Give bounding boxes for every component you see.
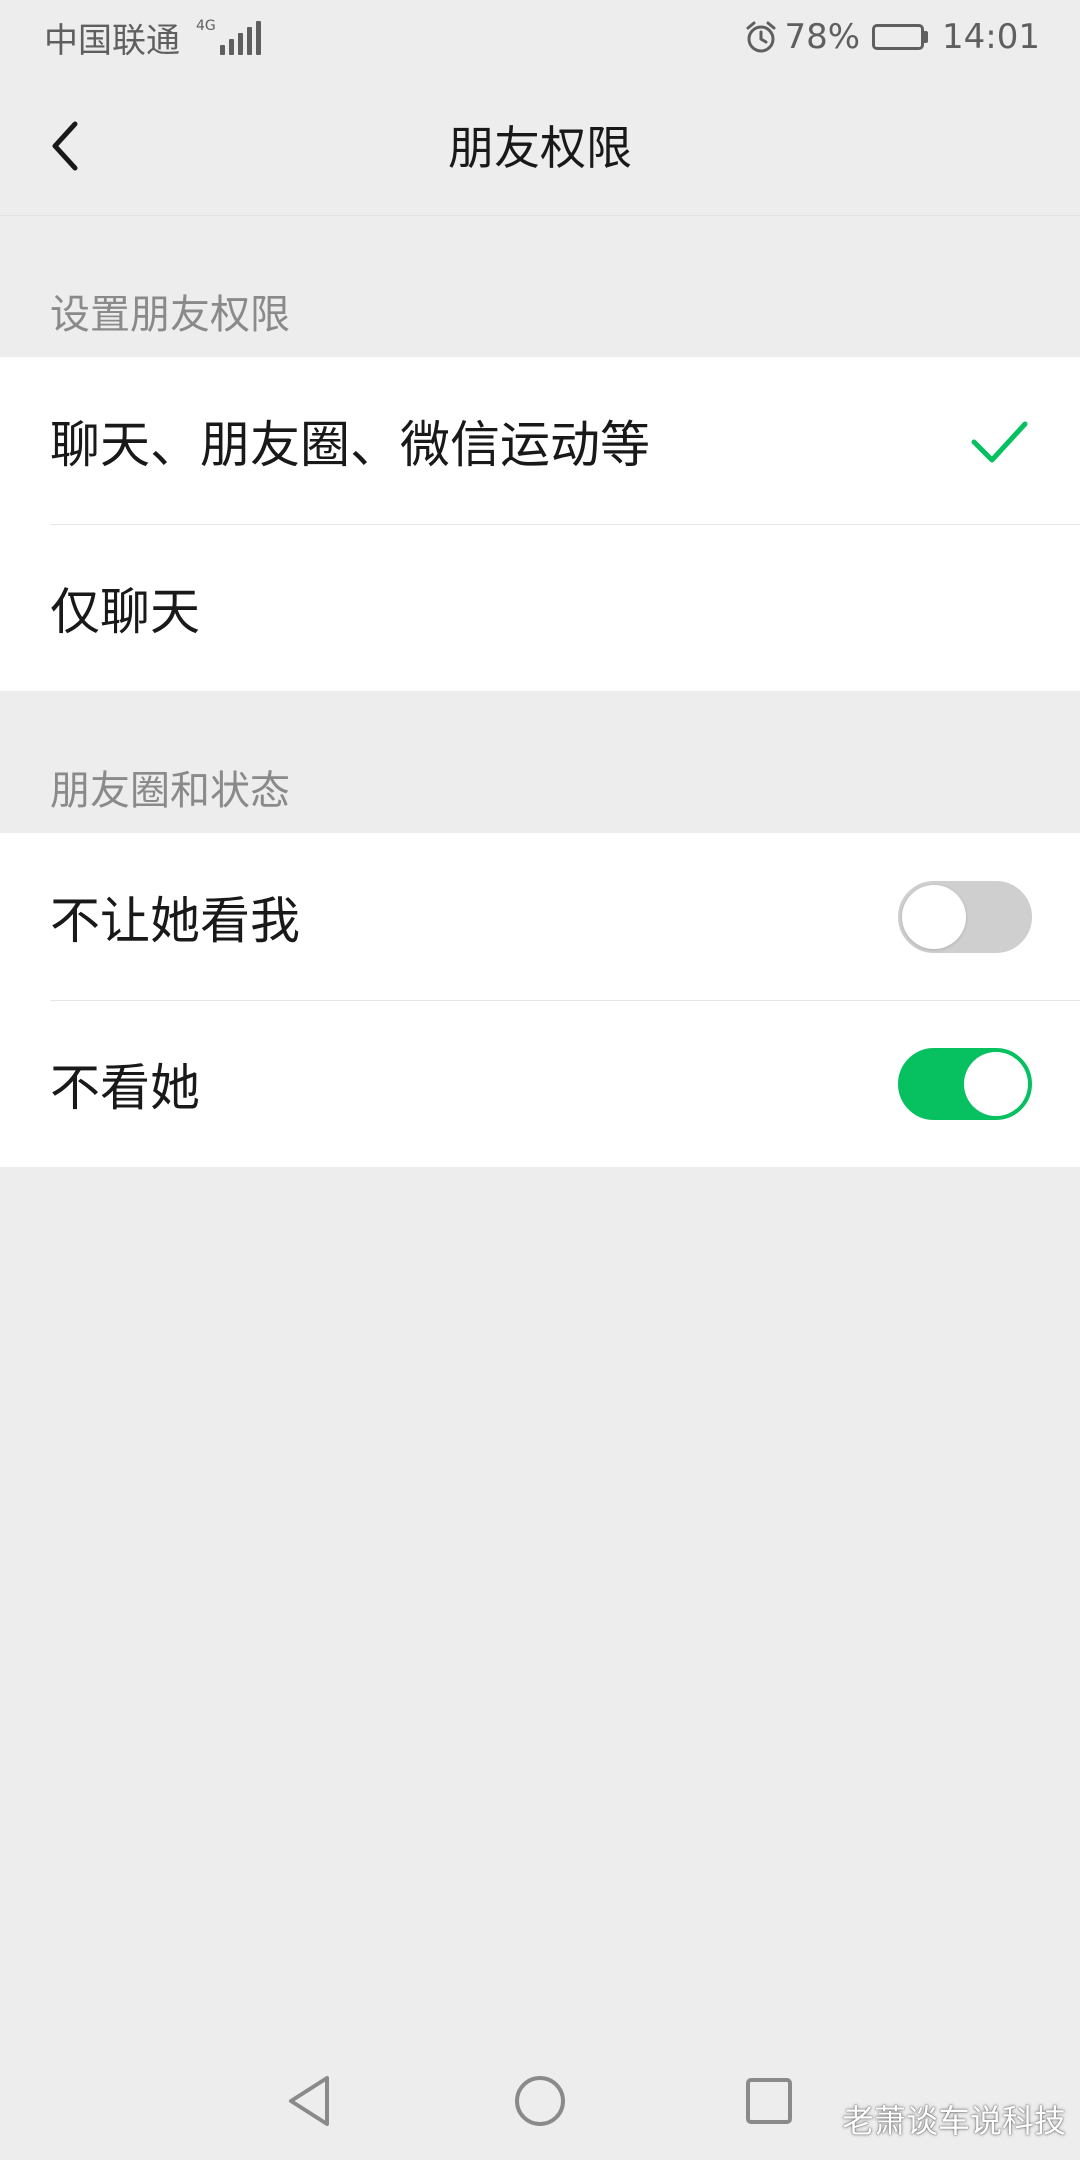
checkmark-icon — [971, 421, 1028, 462]
battery-icon — [872, 24, 929, 50]
option-label: 仅聊天 — [50, 582, 200, 641]
carrier-name: 中国联通 — [44, 20, 180, 61]
status-bar: 中国联通 4G 78% 14:01 — [0, 0, 1080, 74]
toggle-knob — [902, 884, 966, 949]
nav-bar: 朋友权限 — [0, 74, 1080, 216]
signal-icon: 4G — [196, 19, 265, 55]
network-type: 4G — [196, 18, 216, 34]
page-title: 朋友权限 — [448, 120, 632, 175]
toggle-knob — [964, 1051, 1028, 1116]
alarm-icon — [746, 21, 776, 53]
status-left: 中国联通 4G — [44, 13, 265, 62]
section-header-moments: 朋友圈和状态 — [50, 768, 290, 814]
hide-her-moments-toggle[interactable] — [898, 1047, 1032, 1120]
back-button[interactable] — [30, 106, 100, 186]
toggle-label: 不看她 — [50, 1058, 200, 1117]
triangle-back-icon — [289, 2076, 329, 2126]
toggle-label: 不让她看我 — [50, 891, 300, 950]
row-hide-her-moments: 不看她 — [0, 1000, 1080, 1167]
moments-group: 不让她看我 不看她 — [0, 833, 1080, 1167]
square-recents-icon — [746, 2078, 792, 2124]
permissions-group: 聊天、朋友圈、微信运动等 仅聊天 — [0, 357, 1080, 691]
option-chat-moments-sports[interactable]: 聊天、朋友圈、微信运动等 — [0, 357, 1080, 524]
watermark-text: 老萧谈车说科技 — [841, 2102, 1066, 2140]
option-label: 聊天、朋友圈、微信运动等 — [50, 415, 650, 474]
clock: 14:01 — [942, 17, 1040, 57]
status-right: 78% 14:01 — [744, 17, 1040, 57]
row-hide-my-moments: 不让她看我 — [0, 833, 1080, 1000]
system-home-button[interactable] — [507, 2068, 573, 2134]
battery-percent: 78% — [784, 17, 861, 57]
system-back-button[interactable] — [276, 2068, 342, 2134]
chevron-left-icon — [52, 121, 78, 171]
section-header-permissions: 设置朋友权限 — [50, 292, 290, 338]
system-recents-button[interactable] — [736, 2068, 802, 2134]
hide-my-moments-toggle[interactable] — [898, 880, 1032, 953]
option-chat-only[interactable]: 仅聊天 — [0, 524, 1080, 691]
circle-home-icon — [515, 2076, 565, 2126]
